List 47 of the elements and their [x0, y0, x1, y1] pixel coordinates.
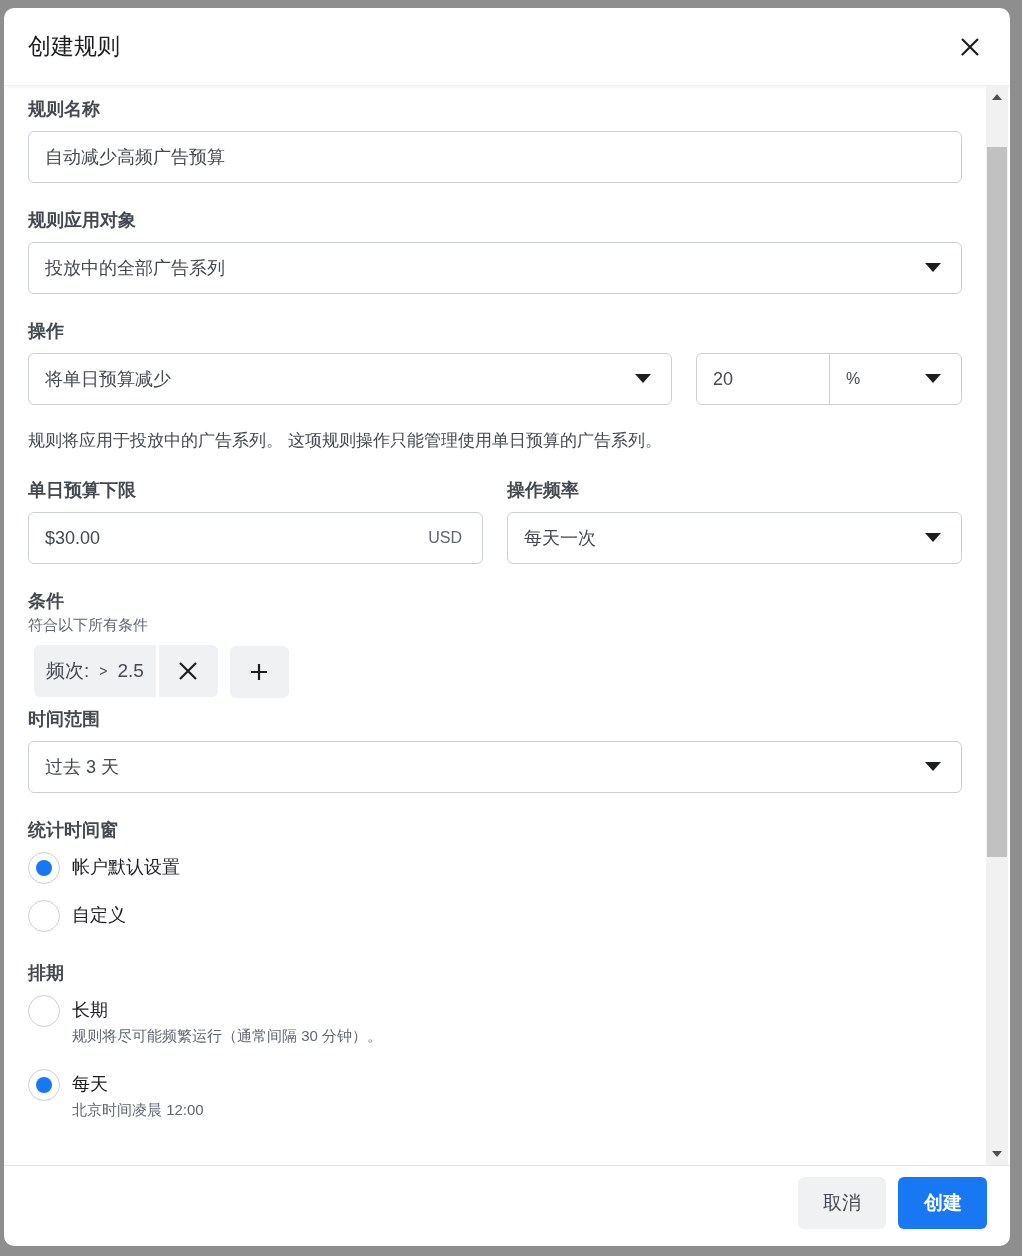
field-label: 时间范围	[28, 708, 101, 730]
radio-label: 帐户默认设置	[72, 856, 180, 879]
radio-button[interactable]	[28, 900, 60, 932]
caret-icon	[925, 374, 941, 384]
create-button[interactable]: 创建	[898, 1177, 987, 1229]
caret-icon	[925, 533, 941, 543]
field-label: 操作频率	[507, 479, 580, 501]
dropdown[interactable]: %	[829, 353, 962, 405]
scrollbar[interactable]	[986, 86, 1008, 1165]
dialog-title: 创建规则	[28, 32, 120, 61]
dropdown[interactable]: 投放中的全部广告系列	[28, 242, 962, 294]
field-label: 条件	[28, 590, 65, 612]
dropdown[interactable]: 将单日预算减少	[28, 353, 672, 405]
cancel-button[interactable]: 取消	[798, 1177, 886, 1229]
field-label: 规则名称	[28, 98, 101, 120]
radio-label: 每天	[72, 1073, 109, 1096]
plus-icon	[250, 663, 269, 681]
currency-label: USD	[428, 529, 462, 547]
field-label: 单日预算下限	[28, 479, 137, 501]
option-description: 北京时间凌晨 12:00	[72, 1100, 204, 1120]
input-field[interactable]: 20	[696, 353, 830, 405]
scroll-down-icon[interactable]	[992, 1151, 1002, 1157]
scrollbar-thumb[interactable]	[987, 147, 1007, 857]
field-label: 统计时间窗	[28, 819, 119, 841]
radio-button[interactable]	[28, 1069, 60, 1101]
radio-label: 自定义	[72, 904, 126, 927]
option-description: 规则将尽可能频繁运行（通常间隔 30 分钟）。	[72, 1026, 383, 1046]
input-field[interactable]: $30.00 USD	[28, 512, 483, 564]
radio-button[interactable]	[28, 995, 60, 1027]
caret-icon	[925, 263, 941, 273]
remove-button[interactable]	[158, 645, 218, 697]
scroll-up-icon[interactable]	[992, 94, 1002, 100]
close-icon	[178, 661, 199, 681]
close-icon	[960, 36, 980, 57]
caret-icon	[925, 762, 941, 772]
field-label: 操作	[28, 320, 65, 342]
condition-chip[interactable]: 频次: > 2.5	[34, 645, 156, 697]
help-text: 规则将应用于投放中的广告系列。 这项规则操作只能管理使用单日预算的广告系列。	[28, 430, 663, 452]
caret-icon	[635, 374, 651, 384]
dropdown[interactable]: 每天一次	[507, 512, 962, 564]
field-label: 排期	[28, 962, 65, 984]
hint-text: 符合以下所有条件	[28, 615, 149, 635]
radio-button[interactable]	[28, 852, 60, 884]
field-label: 规则应用对象	[28, 209, 137, 231]
dropdown[interactable]: 过去 3 天	[28, 741, 962, 793]
radio-label: 长期	[72, 999, 109, 1022]
input-field[interactable]: 自动减少高频广告预算	[28, 131, 962, 183]
